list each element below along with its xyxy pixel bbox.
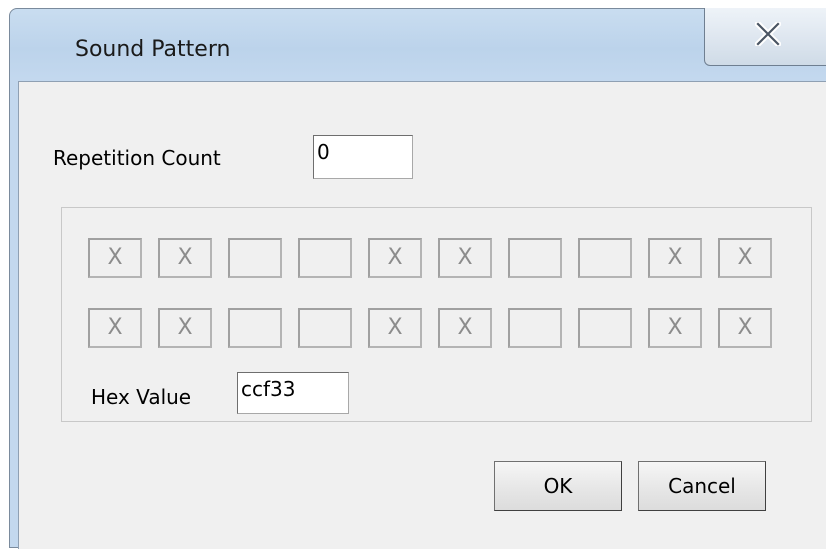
pattern-cell[interactable]: X	[648, 238, 702, 278]
pattern-group: XXXXXXXXXXXX Hex Value ccf33	[61, 207, 812, 422]
pattern-cell[interactable]: X	[438, 308, 492, 348]
pattern-cell[interactable]: X	[158, 308, 212, 348]
window-title: Sound Pattern	[75, 37, 231, 62]
hex-value-input[interactable]: ccf33	[237, 372, 349, 414]
pattern-cell[interactable]: X	[88, 238, 142, 278]
pattern-cell[interactable]	[228, 238, 282, 278]
pattern-cell[interactable]: X	[718, 308, 772, 348]
pattern-cell[interactable]: X	[438, 238, 492, 278]
pattern-cell[interactable]	[578, 308, 632, 348]
pattern-cell[interactable]	[508, 238, 562, 278]
pattern-cell[interactable]	[298, 238, 352, 278]
title-bar[interactable]: Sound Pattern	[10, 8, 826, 81]
dialog-window: Sound Pattern Repetition Count 0 XXXXXXX…	[9, 8, 826, 549]
pattern-cell[interactable]: X	[158, 238, 212, 278]
dialog-client-area: Repetition Count 0 XXXXXXXXXXXX Hex Valu…	[18, 81, 826, 549]
pattern-cell[interactable]: X	[718, 238, 772, 278]
repetition-count-label: Repetition Count	[53, 146, 221, 170]
pattern-cell[interactable]	[578, 238, 632, 278]
pattern-cell[interactable]: X	[648, 308, 702, 348]
ok-button[interactable]: OK	[494, 461, 622, 511]
close-icon	[755, 22, 781, 46]
pattern-cell[interactable]: X	[88, 308, 142, 348]
repetition-count-input[interactable]: 0	[313, 135, 413, 179]
pattern-cell[interactable]	[508, 308, 562, 348]
cancel-button[interactable]: Cancel	[638, 461, 766, 511]
close-button[interactable]	[704, 8, 826, 66]
pattern-cell[interactable]	[228, 308, 282, 348]
pattern-cell[interactable]: X	[368, 308, 422, 348]
pattern-cell[interactable]	[298, 308, 352, 348]
pattern-cell[interactable]: X	[368, 238, 422, 278]
hex-value-label: Hex Value	[91, 385, 192, 409]
